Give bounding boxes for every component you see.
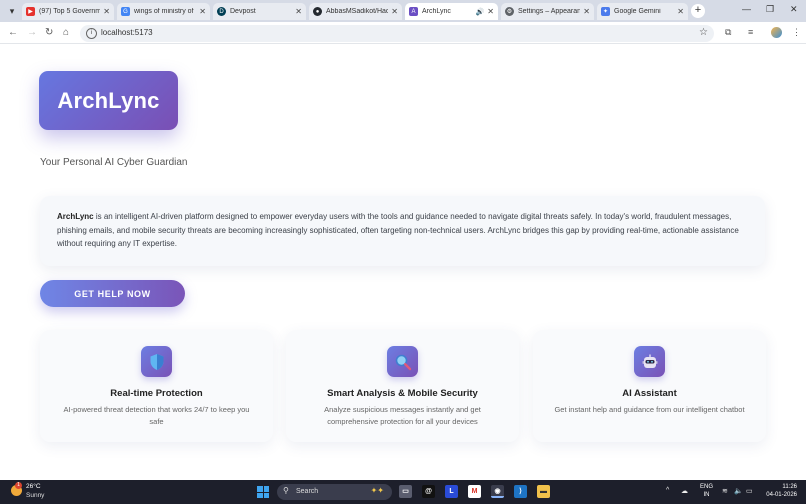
archlync-logo: ArchLync (39, 71, 178, 130)
tab-title: (97) Top 5 Governm (39, 8, 101, 15)
tab-title: Devpost (230, 8, 256, 15)
minimize-icon[interactable]: — (742, 4, 751, 14)
battery-icon[interactable]: ▭ (746, 487, 753, 495)
tab-settings[interactable]: ⚙ Settings – Appearan ✕ (501, 3, 594, 20)
feature-title: Real-time Protection (110, 388, 203, 399)
feature-card-ai-assistant: AI Assistant Get instant help and guidan… (533, 330, 766, 442)
clock-date: 04-01-2026 (766, 492, 797, 498)
close-tab-icon[interactable]: ✕ (103, 7, 110, 16)
tab-youtube[interactable]: ▶ (97) Top 5 Governm ✕ (22, 3, 114, 20)
close-tab-icon[interactable]: ✕ (583, 7, 590, 16)
intro-text: is an intelligent AI-driven platform des… (57, 212, 739, 249)
google-icon: G (121, 7, 130, 16)
feature-title: AI Assistant (622, 388, 677, 399)
region-code: IN (703, 492, 710, 498)
feature-title: Smart Analysis & Mobile Security (327, 388, 478, 399)
github-icon: ● (313, 7, 322, 16)
language-indicator[interactable]: ENG IN (700, 483, 713, 499)
tab-github[interactable]: ● AbbasMSadikot/Hac ✕ (309, 3, 402, 20)
threads-app-icon[interactable]: @ (422, 485, 435, 498)
tab-title: Google Gemini (614, 8, 661, 15)
gmail-icon[interactable]: M (468, 485, 481, 498)
close-tab-icon[interactable]: ✕ (391, 7, 398, 16)
robot-icon (634, 346, 665, 377)
tab-search-menu-icon[interactable]: ▾ (5, 4, 19, 18)
task-view-icon[interactable]: ▭ (399, 485, 412, 498)
close-tab-icon[interactable]: ✕ (295, 7, 302, 16)
notification-badge: 1 (15, 482, 22, 489)
close-tab-icon[interactable]: ✕ (677, 7, 684, 16)
speaker-icon[interactable]: 🔊 (476, 8, 485, 16)
feature-card-realtime-protection: Real-time Protection AI-powered threat d… (40, 330, 273, 442)
close-tab-icon[interactable]: ✕ (487, 7, 494, 16)
site-info-icon[interactable]: i (86, 28, 97, 39)
shield-icon (141, 346, 172, 377)
weather-temperature: 26°C (26, 483, 41, 490)
extensions-icon[interactable]: ⧉ (725, 27, 731, 38)
language-code: ENG (700, 484, 714, 490)
vscode-icon[interactable]: ⟩ (514, 485, 527, 498)
feature-card-smart-analysis: Smart Analysis & Mobile Security Analyze… (286, 330, 519, 442)
url-text[interactable]: localhost:5173 (101, 28, 153, 37)
browser-tab-strip: ▾ ▶ (97) Top 5 Governm ✕ G wings of mini… (0, 0, 806, 22)
devpost-icon: D (217, 7, 226, 16)
system-clock[interactable]: 11:26 04-01-2026 (763, 483, 797, 499)
forward-icon[interactable]: → (27, 27, 37, 38)
youtube-icon: ▶ (26, 7, 35, 16)
windows-start-icon[interactable] (257, 486, 269, 498)
address-bar[interactable]: i localhost:5173 ☆ (80, 25, 714, 42)
bookmark-star-icon[interactable]: ☆ (699, 27, 708, 38)
reload-icon[interactable]: ↻ (45, 27, 53, 38)
l-app-icon[interactable]: L (445, 485, 458, 498)
tab-archlync[interactable]: A ArchLync 🔊 ✕ (405, 3, 498, 20)
tab-title: AbbasMSadikot/Hac (326, 8, 389, 15)
clock-time: 11:26 (782, 484, 797, 490)
tab-title: Settings – Appearan (518, 8, 581, 15)
close-window-icon[interactable]: ✕ (790, 4, 798, 15)
tab-gemini[interactable]: ✦ Google Gemini ✕ (597, 3, 688, 20)
media-controls-icon[interactable]: ≡ (748, 27, 753, 37)
new-tab-button[interactable]: + (691, 4, 705, 18)
tray-overflow-icon[interactable]: ^ (666, 487, 669, 494)
close-tab-icon[interactable]: ✕ (199, 7, 206, 16)
intro-brand: ArchLync (57, 212, 94, 221)
taskbar-search-label: Search (296, 488, 319, 495)
feature-description: AI-powered threat detection that works 2… (63, 405, 250, 426)
home-icon[interactable]: ⌂ (63, 27, 69, 38)
wifi-icon[interactable]: ≋ (722, 487, 728, 495)
gear-icon: ⚙ (505, 7, 514, 16)
chrome-icon[interactable]: ◉ (491, 485, 504, 498)
onedrive-cloud-icon[interactable]: ☁ (681, 487, 688, 495)
tab-google-search[interactable]: G wings of ministry of ✕ (117, 3, 210, 20)
volume-icon[interactable]: 🔈 (734, 487, 743, 495)
profile-avatar[interactable] (771, 27, 782, 38)
restore-icon[interactable]: ❐ (766, 4, 774, 15)
tab-title: ArchLync (422, 8, 451, 15)
intro-card: ArchLync is an intelligent AI-driven pla… (40, 196, 765, 266)
os-taskbar: 1 26°C Sunny ⚲ Search ✦✦ ▭ @ L M ◉ ⟩ ▬ ^… (0, 480, 806, 504)
back-icon[interactable]: ← (8, 27, 18, 38)
taskbar-search-box[interactable]: ⚲ Search ✦✦ (277, 484, 392, 500)
search-icon: ⚲ (283, 486, 289, 495)
feature-description: Analyze suspicious messages instantly an… (324, 405, 481, 426)
tab-title: wings of ministry of (134, 8, 194, 15)
get-help-button[interactable]: GET HELP NOW (40, 280, 185, 307)
browser-toolbar: ← → ↻ ⌂ i localhost:5173 ☆ ⧉ ≡ ⋮ (0, 22, 806, 44)
magnifier-icon (387, 346, 418, 377)
gemini-icon: ✦ (601, 7, 610, 16)
tab-devpost[interactable]: D Devpost ✕ (213, 3, 306, 20)
tagline: Your Personal AI Cyber Guardian (40, 157, 188, 168)
feature-description: Get instant help and guidance from our i… (554, 405, 745, 414)
more-menu-icon[interactable]: ⋮ (792, 27, 801, 38)
weather-description: Sunny (26, 492, 45, 499)
search-highlight-icon: ✦✦ (370, 486, 384, 495)
archlync-icon: A (409, 7, 418, 16)
file-explorer-icon[interactable]: ▬ (537, 485, 550, 498)
